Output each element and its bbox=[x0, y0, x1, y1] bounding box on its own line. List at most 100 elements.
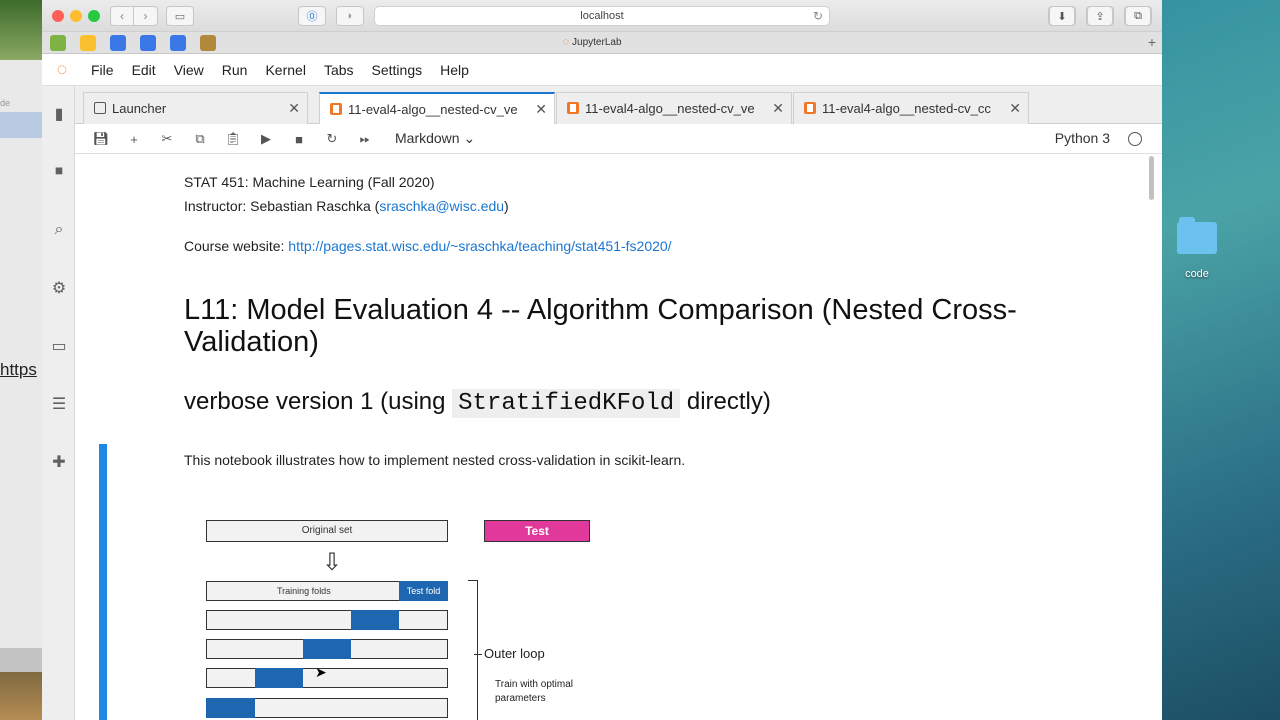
website-link[interactable]: http://pages.stat.wisc.edu/~sraschka/tea… bbox=[288, 238, 671, 254]
cell-type-select[interactable]: Markdown ⌄ bbox=[395, 130, 475, 147]
jupyter-body: ▮ ⏹ ⌕ ⚙ ▭ ☰ ✚ Launcher ✕ 11-eval4-algo__… bbox=[42, 86, 1162, 720]
menu-kernel[interactable]: Kernel bbox=[256, 62, 314, 78]
browser-tab-label: JupyterLab bbox=[572, 37, 622, 48]
test-fold-block bbox=[255, 668, 303, 688]
page-title: L11: Model Evaluation 4 -- Algorithm Com… bbox=[184, 294, 1017, 358]
maximize-window-button[interactable] bbox=[88, 10, 100, 22]
test-fold-block bbox=[303, 639, 351, 659]
description-paragraph: This notebook illustrates how to impleme… bbox=[184, 452, 686, 468]
address-bar[interactable]: localhost ↻ bbox=[374, 6, 830, 26]
background-selection bbox=[0, 112, 42, 138]
background-window-strip: de https bbox=[0, 0, 42, 720]
chevron-left-icon: ‹ bbox=[120, 9, 124, 23]
running-icon[interactable]: ⏹ bbox=[49, 162, 69, 182]
copy-icon[interactable]: ⧉ bbox=[191, 130, 209, 148]
arrow-down-icon: ⇩ bbox=[322, 549, 343, 576]
menu-tabs[interactable]: Tabs bbox=[315, 62, 363, 78]
chevron-down-icon: ⌄ bbox=[463, 130, 476, 146]
new-tab-button[interactable]: + bbox=[1148, 34, 1156, 50]
website-line: Course website: http://pages.stat.wisc.e… bbox=[184, 238, 672, 254]
menu-edit[interactable]: Edit bbox=[123, 62, 165, 78]
close-icon[interactable]: ✕ bbox=[535, 101, 547, 118]
tabs-icon: ⧉ bbox=[1125, 6, 1151, 26]
active-cell-indicator bbox=[99, 444, 107, 720]
menu-help[interactable]: Help bbox=[431, 62, 478, 78]
shield-icon: ◗ bbox=[346, 10, 354, 22]
vertical-scrollbar[interactable] bbox=[1149, 156, 1154, 200]
property-inspector-icon[interactable]: ⚙ bbox=[49, 278, 69, 298]
notebook-icon bbox=[567, 102, 579, 114]
fold-row bbox=[206, 668, 448, 688]
desktop-folder-code[interactable]: code bbox=[1170, 217, 1224, 280]
background-partial-link[interactable]: https bbox=[0, 360, 37, 380]
nested-cv-diagram: Original set Test ⇩ Training folds Test … bbox=[184, 504, 884, 720]
password-extension-button[interactable]: ⓪ bbox=[298, 6, 326, 26]
folder-icon bbox=[1177, 217, 1217, 254]
document-tabbar: Launcher ✕ 11-eval4-algo__nested-cv_ve ✕… bbox=[75, 86, 1162, 125]
browser-window: ‹ › ▭ ⓪ ◗ localhost ↻ ⬇ ⇪ ⧉ ◌ JupyterLab … bbox=[42, 0, 1162, 720]
instructor-text: Instructor: Sebastian Raschka ( bbox=[184, 198, 380, 214]
notebook-toolbar: 💾︎ + ✂ ⧉ 📋︎ ▶ ■ ↻ ⏩︎ Markdown ⌄ Python 3 bbox=[75, 124, 1162, 154]
commands-icon[interactable]: ⌕ bbox=[49, 220, 69, 240]
jupyter-menubar: ◌ File Edit View Run Kernel Tabs Setting… bbox=[42, 54, 1162, 86]
kernel-name[interactable]: Python 3 bbox=[1055, 130, 1110, 146]
tab-notebook[interactable]: 11-eval4-algo__nested-cv_cc ✕ bbox=[793, 92, 1029, 124]
table-of-contents-icon[interactable]: ☰ bbox=[49, 394, 69, 414]
browser-tab-title[interactable]: ◌ JupyterLab bbox=[42, 36, 1142, 48]
privacy-extension-button[interactable]: ◗ bbox=[336, 6, 364, 26]
tab-notebook-active[interactable]: 11-eval4-algo__nested-cv_ve ✕ bbox=[319, 92, 555, 125]
share-icon: ⇪ bbox=[1087, 6, 1113, 26]
address-bar-url: localhost bbox=[580, 10, 624, 22]
background-image-bottom bbox=[0, 672, 42, 720]
close-icon[interactable]: ✕ bbox=[288, 100, 300, 117]
run-icon[interactable]: ▶ bbox=[257, 130, 275, 148]
instructor-line: Instructor: Sebastian Raschka (sraschka@… bbox=[184, 198, 509, 214]
close-window-button[interactable] bbox=[52, 10, 64, 22]
close-icon[interactable]: ✕ bbox=[772, 100, 784, 117]
mouse-cursor-icon: ➤ bbox=[315, 664, 327, 680]
share-button[interactable]: ⇪ bbox=[1086, 6, 1114, 26]
browser-right-buttons: ⬇ ⇪ ⧉ bbox=[1048, 6, 1152, 26]
email-link[interactable]: sraschka@wisc.edu bbox=[379, 198, 504, 214]
add-cell-icon[interactable]: + bbox=[125, 130, 143, 148]
back-button[interactable]: ‹ bbox=[110, 6, 134, 26]
menu-view[interactable]: View bbox=[165, 62, 213, 78]
section-heading: verbose version 1 (using StratifiedKFold… bbox=[184, 388, 771, 418]
train-optimal-line1: Train with optimal bbox=[495, 679, 573, 690]
background-partial-text-small: de bbox=[0, 98, 11, 108]
menu-run[interactable]: Run bbox=[213, 62, 257, 78]
stop-icon[interactable]: ■ bbox=[290, 130, 308, 148]
save-icon[interactable]: 💾︎ bbox=[92, 130, 110, 148]
kernel-status-icon bbox=[1128, 132, 1142, 146]
close-icon[interactable]: ✕ bbox=[1009, 100, 1021, 117]
password-manager-icon: ⓪ bbox=[306, 11, 318, 23]
reload-icon[interactable]: ↻ bbox=[813, 7, 823, 25]
folder-icon[interactable]: ▮ bbox=[49, 104, 69, 124]
tabs-list-icon[interactable]: ▭ bbox=[49, 336, 69, 356]
tab-notebook[interactable]: 11-eval4-algo__nested-cv_ve ✕ bbox=[556, 92, 792, 124]
forward-button[interactable]: › bbox=[134, 6, 158, 26]
test-fold-block bbox=[206, 698, 255, 718]
tab-label: 11-eval4-algo__nested-cv_ve bbox=[348, 102, 518, 117]
launcher-icon bbox=[94, 102, 106, 114]
tabs-overview-button[interactable]: ⧉ bbox=[1124, 6, 1152, 26]
menu-settings[interactable]: Settings bbox=[363, 62, 432, 78]
notebook-panel: STAT 451: Machine Learning (Fall 2020) I… bbox=[75, 154, 1162, 720]
downloads-button[interactable]: ⬇ bbox=[1048, 6, 1076, 26]
minimize-window-button[interactable] bbox=[70, 10, 82, 22]
notebook-icon bbox=[804, 102, 816, 114]
section-heading-text: verbose version 1 (using bbox=[184, 388, 453, 415]
tab-label: Launcher bbox=[112, 101, 167, 116]
menu-file[interactable]: File bbox=[82, 62, 123, 78]
paste-icon[interactable]: 📋︎ bbox=[224, 130, 242, 148]
extension-icon[interactable]: ✚ bbox=[49, 452, 69, 472]
background-image-top bbox=[0, 0, 42, 60]
restart-icon[interactable]: ↻ bbox=[323, 130, 341, 148]
sidebar-icon: ▭ bbox=[174, 10, 186, 23]
sidebar-toggle-button[interactable]: ▭ bbox=[166, 6, 194, 26]
tab-launcher[interactable]: Launcher ✕ bbox=[83, 92, 308, 124]
section-heading-suffix: directly) bbox=[680, 388, 771, 415]
cut-icon[interactable]: ✂ bbox=[158, 130, 176, 148]
fast-forward-icon[interactable]: ⏩︎ bbox=[356, 130, 374, 148]
outer-loop-label: Outer loop bbox=[474, 646, 545, 661]
